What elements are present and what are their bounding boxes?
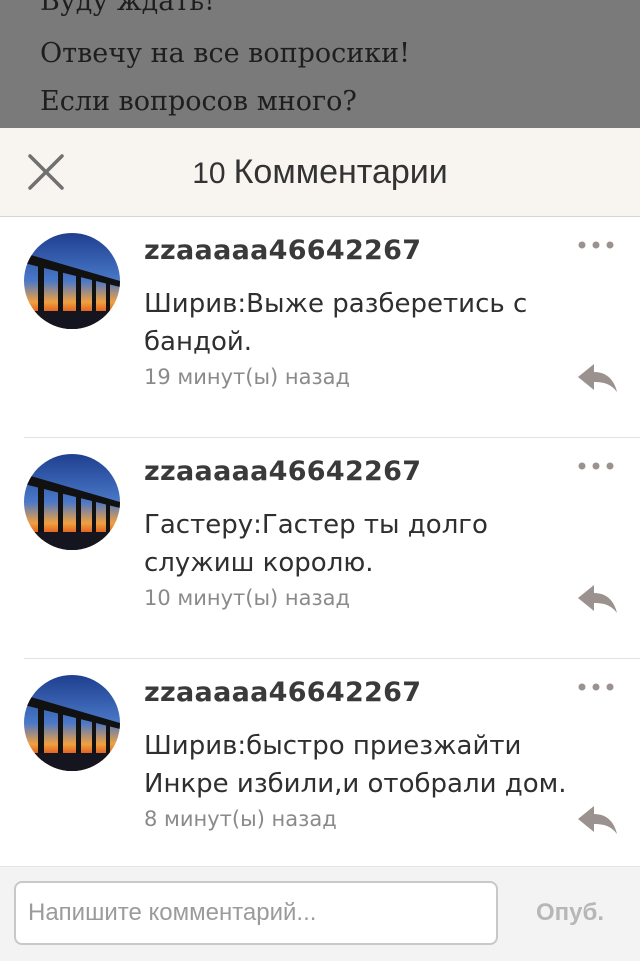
comment-list: zzaaaaa46642267 Ширив:Выже разберетись с… <box>0 217 640 879</box>
reply-icon <box>578 806 617 834</box>
comment-text: Ширив:быстро приезжайти Инкре избили,и о… <box>144 731 567 799</box>
reply-button[interactable] <box>576 361 618 395</box>
comment-input-bar: Опуб. <box>0 866 640 961</box>
comment-time: 19 минут(ы) назад <box>144 365 351 389</box>
more-button[interactable] <box>576 456 616 476</box>
comment-author[interactable]: zzaaaaa46642267 <box>144 677 421 708</box>
comment-count: 10 <box>192 157 226 190</box>
comment-text: Гастеру:Гастер ты долго служиш королю. <box>144 510 488 578</box>
avatar[interactable] <box>24 675 120 771</box>
comment-author[interactable]: zzaaaaa46642267 <box>144 456 421 487</box>
more-icon <box>578 462 614 470</box>
comments-sheet: 10 Комментарии zzaaaaa46642267 Ширив:Выж… <box>0 128 640 960</box>
comment-author[interactable]: zzaaaaa46642267 <box>144 235 421 266</box>
reply-icon <box>578 585 617 613</box>
comment-input[interactable] <box>14 881 498 945</box>
bridge-sunset-image <box>24 454 120 550</box>
title-text: Комментарии <box>233 153 448 191</box>
page-title: 10 Комментарии <box>0 148 640 198</box>
bridge-sunset-image <box>24 675 120 771</box>
story-line: Буду ждать! <box>40 0 215 17</box>
reply-button[interactable] <box>576 803 618 837</box>
more-icon <box>578 241 614 249</box>
comment-time: 8 минут(ы) назад <box>144 807 337 831</box>
list-item: zzaaaaa46642267 Ширив:быстро приезжайти … <box>24 659 640 879</box>
bridge-sunset-image <box>24 233 120 329</box>
reply-button[interactable] <box>576 582 618 616</box>
more-icon <box>578 683 614 691</box>
avatar[interactable] <box>24 454 120 550</box>
background-story: Буду ждать! Отвечу на все вопросики! Есл… <box>0 0 640 128</box>
publish-button[interactable]: Опуб. <box>520 889 620 937</box>
comment-text: Ширив:Выже разберетись с бандой. <box>144 289 528 357</box>
avatar[interactable] <box>24 233 120 329</box>
comment-time: 10 минут(ы) назад <box>144 586 351 610</box>
story-line: Отвечу на все вопросики! <box>40 38 410 69</box>
list-item: zzaaaaa46642267 Ширив:Выже разберетись с… <box>24 217 640 438</box>
more-button[interactable] <box>576 235 616 255</box>
more-button[interactable] <box>576 677 616 697</box>
reply-icon <box>578 364 617 392</box>
story-line: Если вопросов много? <box>40 86 357 117</box>
sheet-header: 10 Комментарии <box>0 128 640 217</box>
list-item: zzaaaaa46642267 Гастеру:Гастер ты долго … <box>24 438 640 659</box>
